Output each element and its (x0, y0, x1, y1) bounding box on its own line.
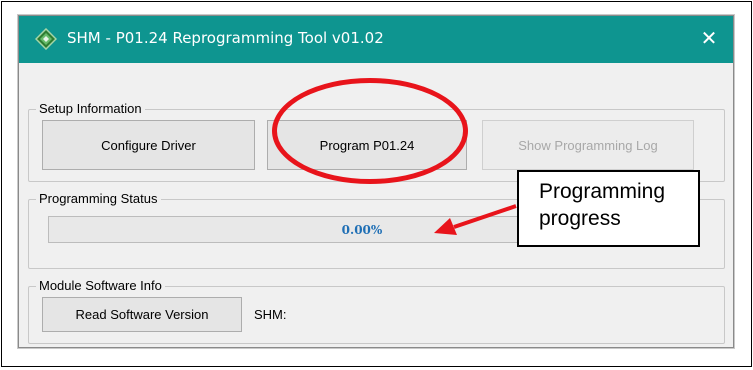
window-title: SHM - P01.24 Reprogramming Tool v01.02 (67, 29, 384, 47)
configure-driver-button[interactable]: Configure Driver (42, 120, 255, 170)
read-software-version-button[interactable]: Read Software Version (42, 297, 242, 332)
setup-information-label: Setup Information (36, 101, 145, 116)
screenshot-frame: SHM - P01.24 Reprogramming Tool v01.02 ✕… (1, 1, 752, 367)
module-software-info-group: Module Software Info Read Software Versi… (28, 278, 725, 344)
title-bar[interactable]: SHM - P01.24 Reprogramming Tool v01.02 ✕ (19, 16, 733, 63)
app-icon (35, 28, 57, 50)
close-icon[interactable]: ✕ (697, 26, 721, 50)
shm-version-label: SHM: (254, 307, 287, 322)
programming-progress-callout: Programming progress (517, 170, 700, 247)
callout-line-2: progress (539, 207, 621, 230)
program-button-highlight (272, 78, 468, 184)
module-software-info-label: Module Software Info (36, 278, 165, 293)
callout-line-1: Programming (539, 180, 666, 203)
programming-status-label: Programming Status (36, 191, 161, 206)
show-programming-log-button[interactable]: Show Programming Log (482, 120, 694, 170)
